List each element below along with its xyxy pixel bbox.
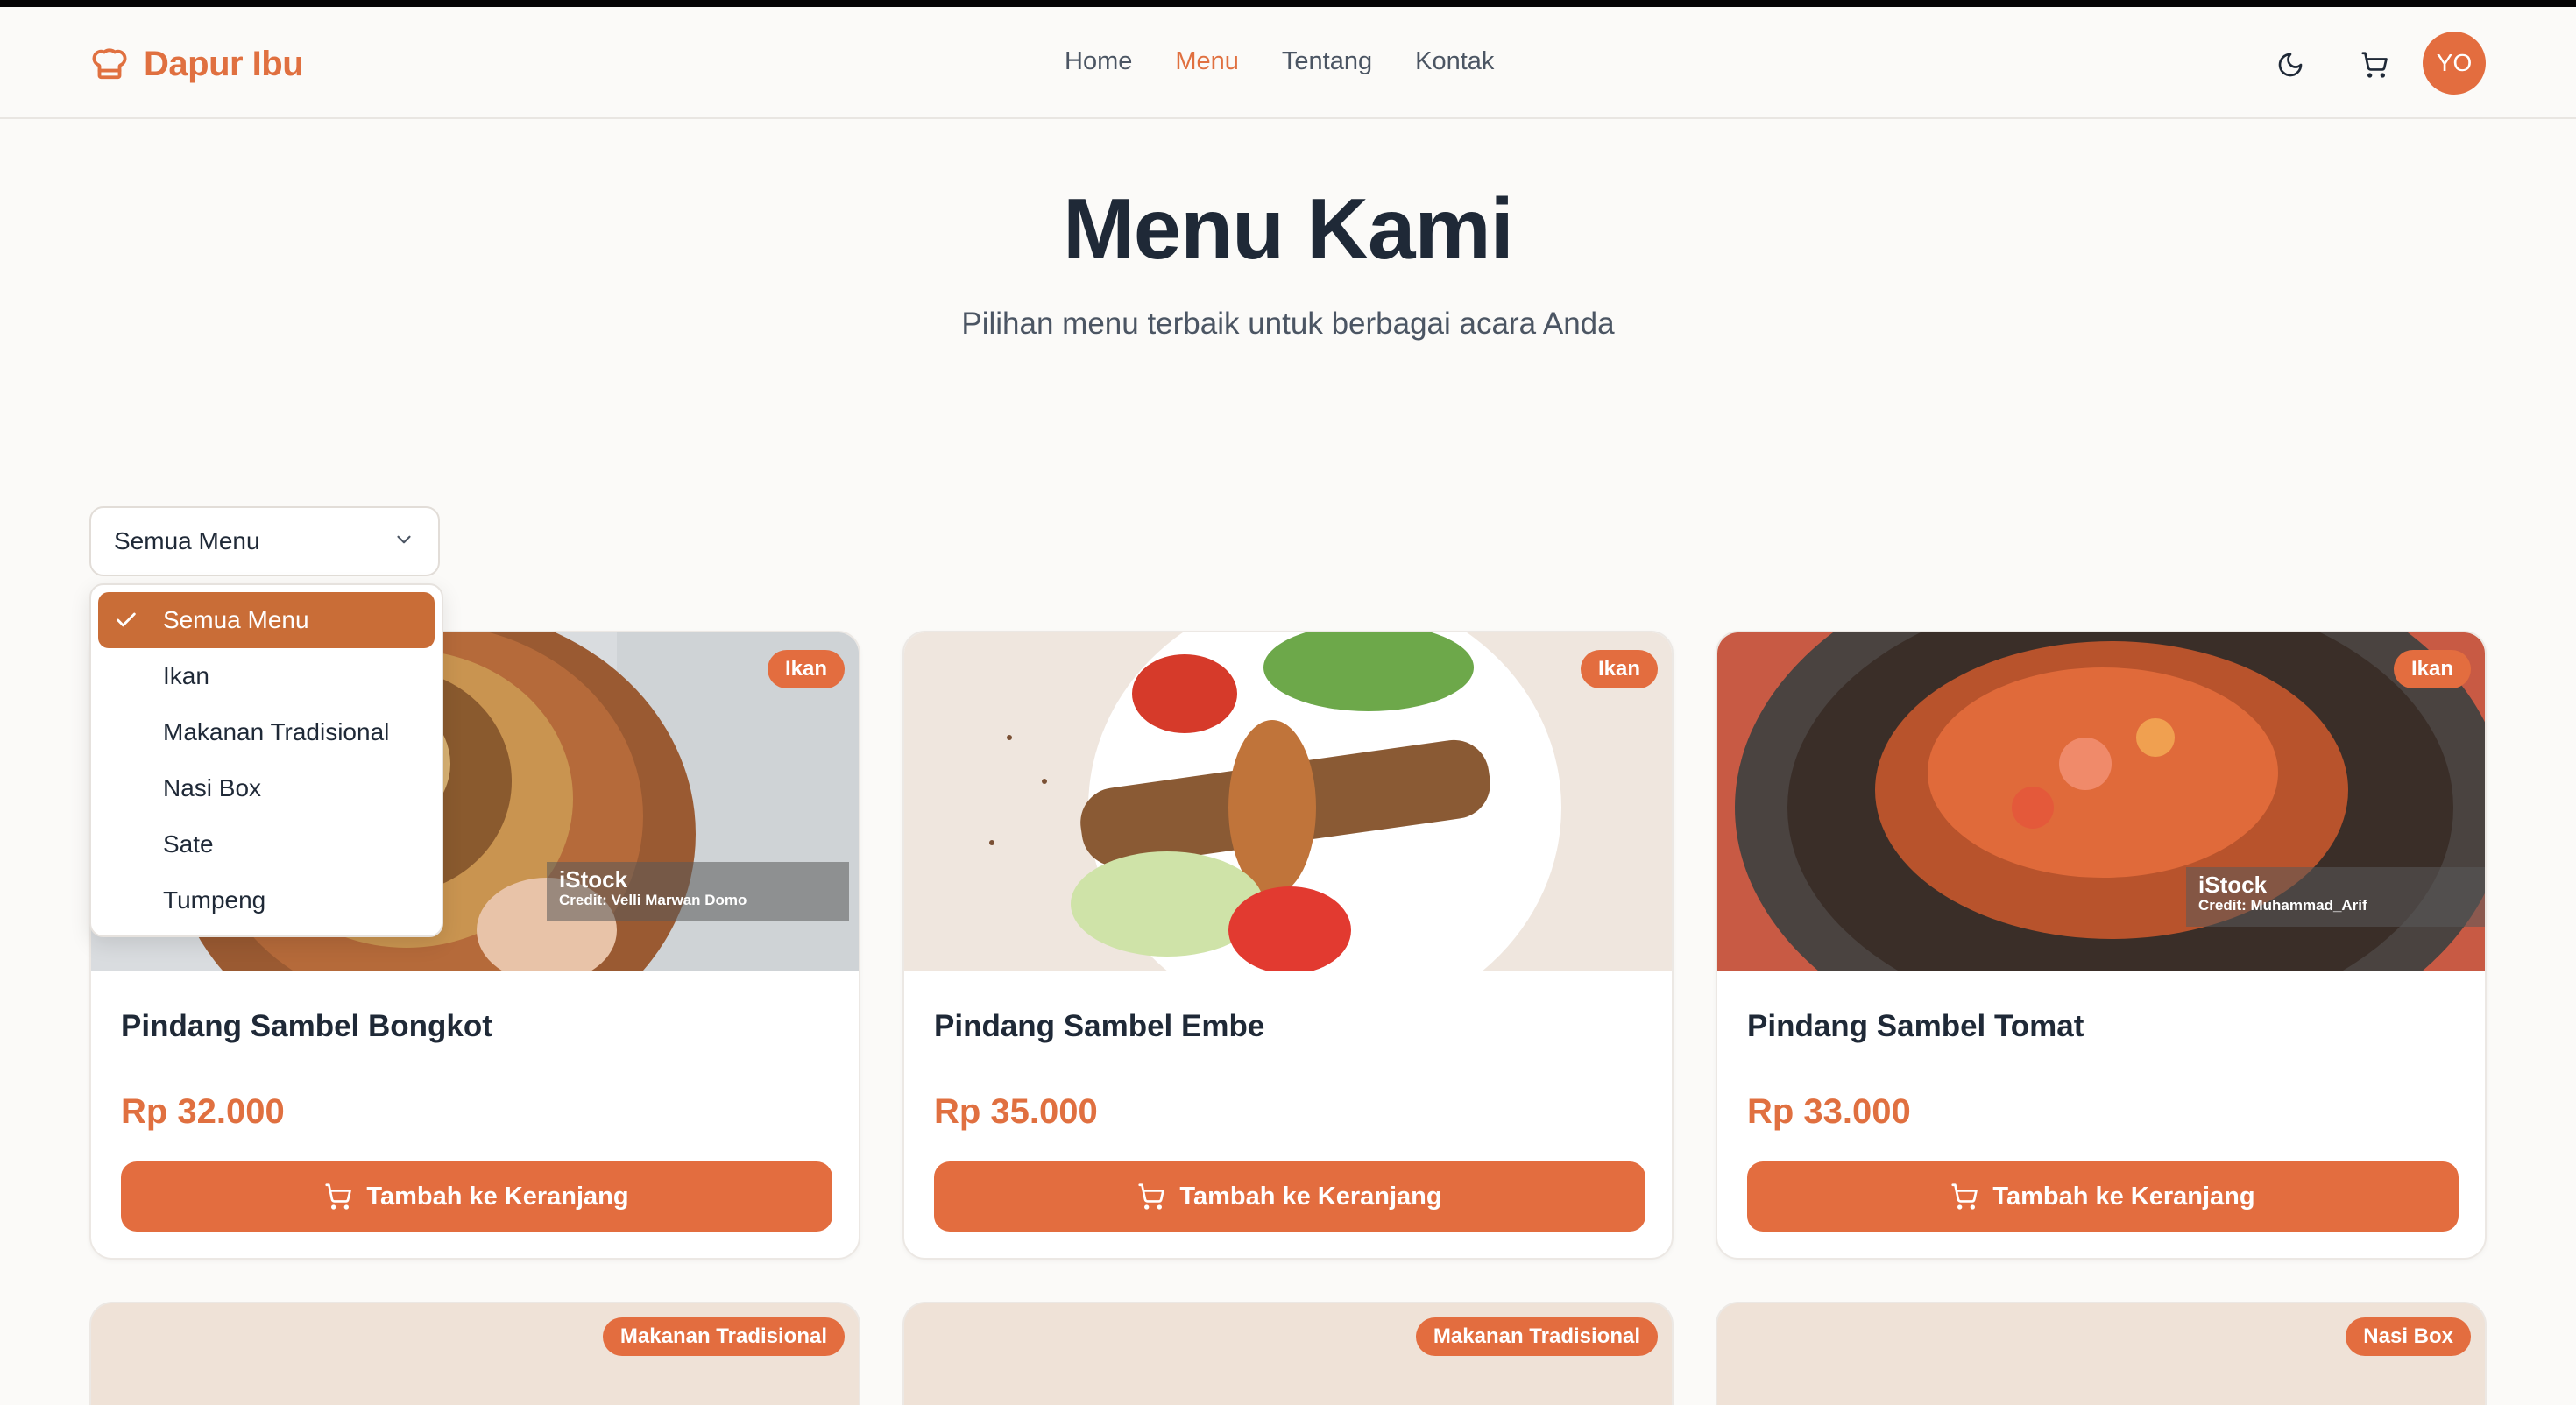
option-label: Sate [163,830,214,858]
menu-card: Makanan Tradisional [902,1302,1674,1405]
option-makanan-tradisional[interactable]: Makanan Tradisional [98,704,435,760]
option-ikan[interactable]: Ikan [98,648,435,704]
category-badge: Makanan Tradisional [602,1317,845,1356]
watermark-credit: Credit: Velli Marwan Domo [559,892,747,908]
cart-icon [1138,1183,1165,1210]
add-to-cart-label: Tambah ke Keranjang [1992,1182,2255,1211]
card-price: Rp 32.000 [121,1092,285,1131]
category-dropdown: Semua Menu Ikan Makanan Tradisional Nasi… [89,583,443,937]
chef-hat-icon [89,42,130,87]
page-subtitle: Pilihan menu terbaik untuk berbagai acar… [961,307,1615,341]
site-header: Dapur Ibu Home Menu Tentang Kontak YO [0,7,2576,119]
cart-icon [325,1183,352,1210]
watermark-brand: iStock [559,866,628,893]
food-image: Ikan [904,632,1672,971]
main-nav: Home Menu Tentang Kontak [1065,47,1537,76]
nav-tentang[interactable]: Tentang [1282,47,1372,76]
category-select[interactable]: Semua Menu [89,506,440,576]
category-badge: Ikan [1580,650,1658,688]
menu-card: Makanan Tradisional [89,1302,860,1405]
add-to-cart-button[interactable]: Tambah ke Keranjang [1747,1161,2459,1232]
add-to-cart-label: Tambah ke Keranjang [1179,1182,1442,1211]
cart-icon [1951,1183,1978,1210]
page-title: Menu Kami [1063,180,1514,277]
card-price: Rp 35.000 [934,1092,1098,1131]
add-to-cart-button[interactable]: Tambah ke Keranjang [934,1161,1645,1232]
option-label: Ikan [163,662,209,689]
add-to-cart-button[interactable]: Tambah ke Keranjang [121,1161,832,1232]
option-nasi-box[interactable]: Nasi Box [98,760,435,816]
card-title: Pindang Sambel Embe [934,1009,1265,1043]
nav-home[interactable]: Home [1065,47,1132,76]
check-icon [117,612,136,627]
chevron-down-icon [393,528,415,555]
user-avatar[interactable]: YO [2423,32,2486,95]
add-to-cart-label: Tambah ke Keranjang [366,1182,629,1211]
nav-kontak[interactable]: Kontak [1415,47,1494,76]
cart-icon[interactable] [2357,47,2392,82]
category-badge: Nasi Box [2346,1317,2471,1356]
menu-card: Ikan Pindang Sambel Embe Rp 35.000 Tamba… [902,631,1674,1260]
brand-name: Dapur Ibu [144,45,304,83]
brand-logo[interactable]: Dapur Ibu [89,42,304,87]
category-badge: Ikan [767,650,845,688]
option-label: Nasi Box [163,774,262,801]
menu-card: iStock Credit: Muhammad_Arif Ikan Pindan… [1716,631,2487,1260]
option-label: Tumpeng [163,886,266,914]
option-semua-menu[interactable]: Semua Menu [98,592,435,648]
card-price: Rp 33.000 [1747,1092,1911,1131]
option-tumpeng[interactable]: Tumpeng [98,872,435,928]
category-badge: Ikan [2393,650,2471,688]
option-label: Semua Menu [163,606,309,633]
watermark-brand: iStock [2198,872,2268,898]
category-badge: Makanan Tradisional [1415,1317,1658,1356]
image-watermark: iStock Credit: Muhammad_Arif [2186,867,2485,927]
card-title: Pindang Sambel Tomat [1747,1009,2084,1043]
option-sate[interactable]: Sate [98,816,435,872]
menu-card: Nasi Box [1716,1302,2487,1405]
image-watermark: iStock Credit: Velli Marwan Domo [547,862,849,921]
select-value: Semua Menu [114,527,260,554]
watermark-credit: Credit: Muhammad_Arif [2198,897,2367,914]
food-image: iStock Credit: Muhammad_Arif Ikan [1717,632,2485,971]
nav-menu[interactable]: Menu [1175,47,1239,76]
moon-icon[interactable] [2273,47,2308,82]
window-top-edge [0,0,2576,7]
card-title: Pindang Sambel Bongkot [121,1009,492,1043]
option-label: Makanan Tradisional [163,718,390,745]
